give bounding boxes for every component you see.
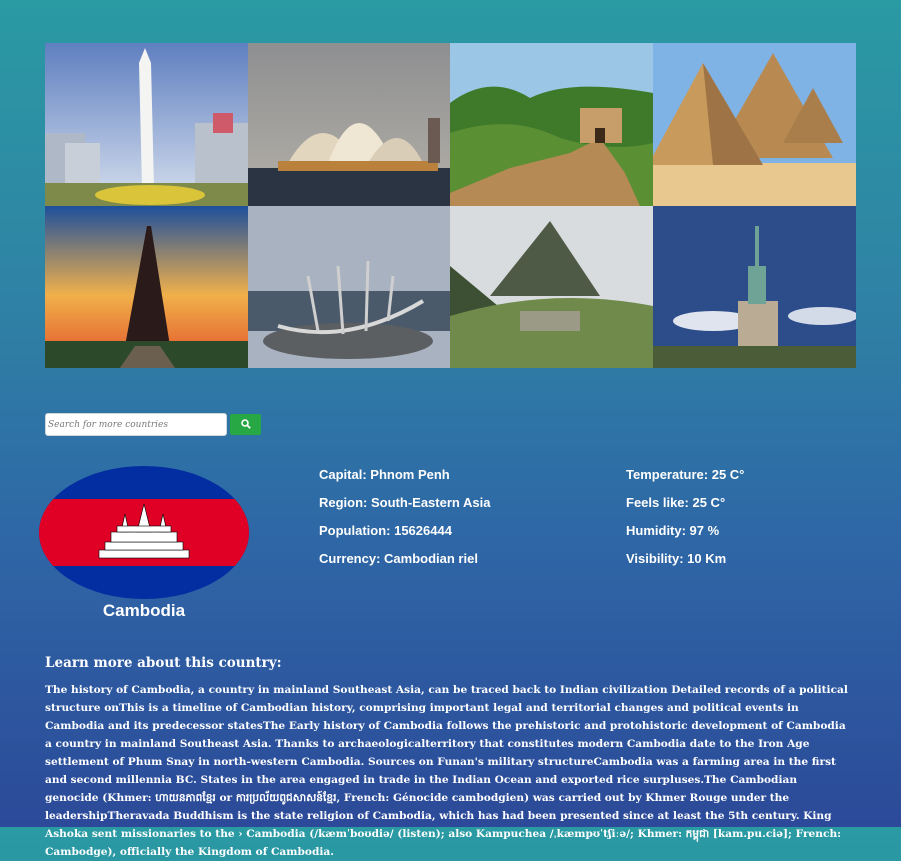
search-input[interactable]: [45, 413, 227, 436]
learn-more-section: Learn more about this country: The histo…: [45, 655, 851, 861]
learn-more-heading: Learn more about this country:: [45, 655, 282, 671]
capital-text: Capital: Phnom Penh: [319, 467, 450, 482]
feels-like-text: Feels like: 25 C°: [626, 495, 726, 510]
pyramids-photo[interactable]: [653, 43, 856, 206]
opera-house-photo[interactable]: [248, 43, 450, 206]
country-details: Capital: Phnom Penh Region: South-Easter…: [319, 467, 490, 579]
region-text: Region: South-Eastern Asia: [319, 495, 491, 510]
country-search: [45, 413, 261, 436]
eiffel-tower-photo[interactable]: [45, 206, 248, 368]
country-name: Cambodia: [102, 601, 186, 620]
obelisk-photo[interactable]: [45, 43, 248, 206]
learn-more-text: The history of Cambodia, a country in ma…: [45, 684, 848, 858]
search-button[interactable]: [230, 414, 261, 435]
sun-voyager-photo[interactable]: [248, 206, 450, 368]
visibility-text: Visibility: 10 Km: [626, 551, 727, 566]
weather-details: Temperature: 25 C° Feels like: 25 C° Hum…: [626, 467, 744, 579]
currency-text: Currency: Cambodian riel: [319, 551, 478, 566]
temperature-text: Temperature: 25 C°: [626, 467, 745, 482]
great-wall-photo[interactable]: [450, 43, 653, 206]
machu-picchu-photo[interactable]: [450, 206, 653, 368]
country-flag: [39, 466, 249, 599]
landmark-gallery: [45, 43, 856, 368]
statue-of-liberty-photo[interactable]: [653, 206, 856, 368]
search-icon: [240, 417, 251, 432]
humidity-text: Humidity: 97 %: [626, 523, 720, 538]
country-card: Cambodia: [39, 466, 249, 621]
population-text: Population: 15626444: [319, 523, 452, 538]
